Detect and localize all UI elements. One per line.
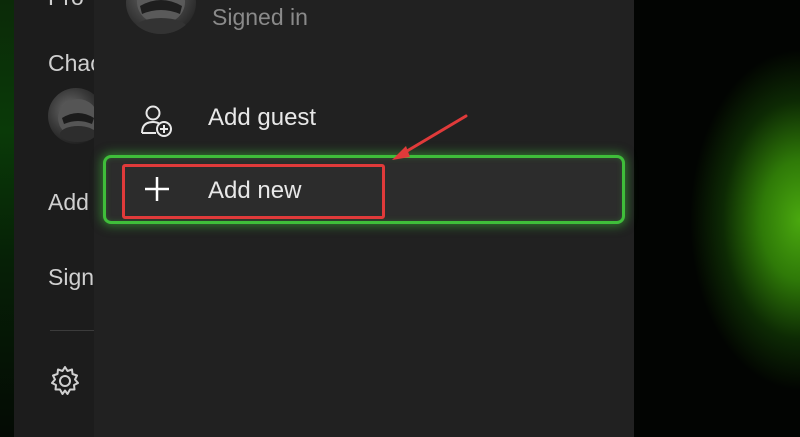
- sidebar-item-add[interactable]: Add: [48, 189, 89, 216]
- avatar-helmet-image: [135, 0, 187, 34]
- signed-in-status: Signed in: [212, 4, 308, 30]
- background-glow: [630, 0, 800, 437]
- annotation-highlight-box: [122, 164, 385, 219]
- annotation-arrow: [392, 114, 468, 160]
- gear-icon[interactable]: [48, 364, 82, 398]
- add-guest-label: Add guest: [208, 104, 317, 131]
- sidebar-item-sign-out[interactable]: Sign: [48, 264, 94, 291]
- avatar[interactable]: [126, 0, 196, 34]
- panel-title: Pro: [48, 0, 84, 11]
- add-person-icon: [138, 102, 174, 138]
- add-guest-button[interactable]: Add guest: [94, 94, 634, 146]
